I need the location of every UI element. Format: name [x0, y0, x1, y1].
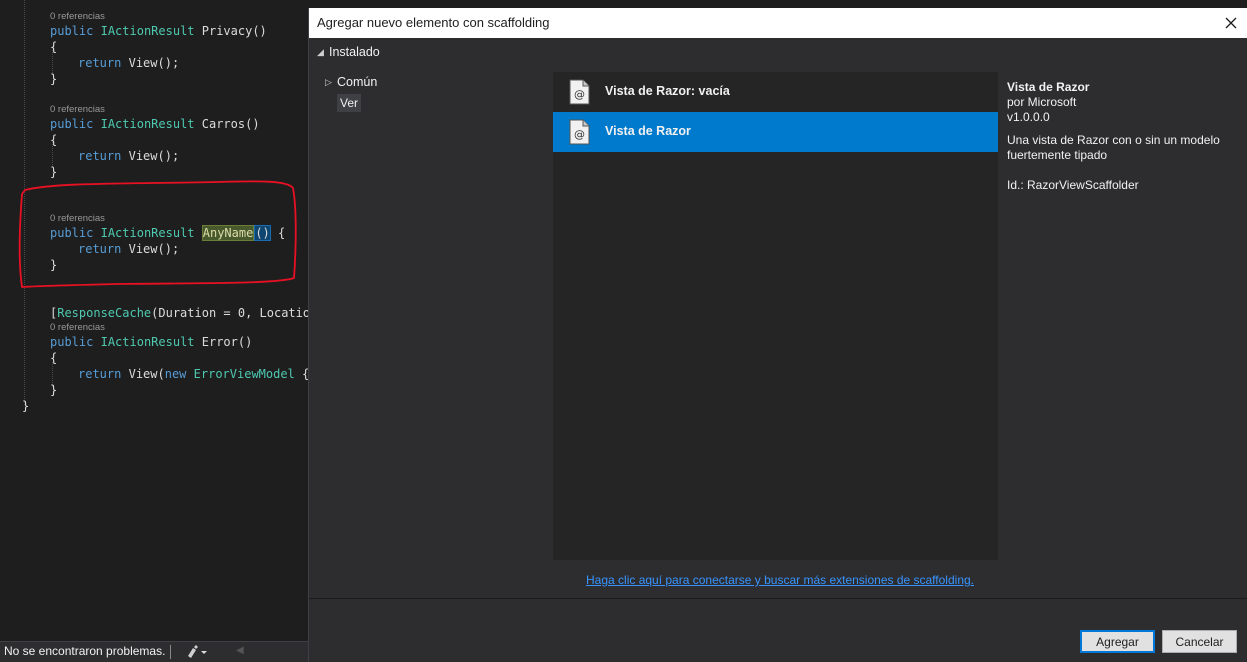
add-scaffold-dialog: Agregar nuevo elemento con scaffolding ◢…	[308, 8, 1247, 662]
status-divider	[170, 645, 171, 659]
detail-author: por Microsoft	[1007, 95, 1077, 109]
collapsed-arrow-icon[interactable]: ▷	[325, 77, 337, 88]
template-item-razor[interactable]: @ Vista de Razor	[553, 112, 998, 152]
expanded-arrow-icon[interactable]: ◢	[317, 47, 329, 58]
code-line-anyname-signature: public IActionResult AnyName() {	[50, 225, 286, 241]
status-text: No se encontraron problemas.	[4, 644, 166, 658]
online-extensions-link[interactable]: Haga clic aquí para conectarse y buscar …	[586, 573, 974, 587]
template-list: @ Vista de Razor: vacía @ Vista de Razor	[553, 72, 998, 560]
codelens-references[interactable]: 0 referencias	[50, 322, 105, 333]
template-label: Vista de Razor: vacía	[605, 84, 730, 98]
dialog-footer: Agregar Cancelar	[309, 598, 1247, 662]
codelens-references[interactable]: 0 referencias	[50, 213, 105, 224]
template-item-razor-empty[interactable]: @ Vista de Razor: vacía	[553, 72, 998, 112]
codelens-references[interactable]: 0 referencias	[50, 11, 105, 22]
chevron-down-icon	[201, 651, 207, 654]
close-icon	[1225, 17, 1237, 29]
tree-item-ver[interactable]: Ver	[337, 94, 362, 112]
code-line-close-brace: }	[50, 383, 58, 397]
code-line-response-cache-attribute: [ResponseCache(Duration = 0, Location	[50, 306, 308, 320]
detail-id: Id.: RazorViewScaffolder	[1007, 178, 1139, 192]
dialog-titlebar: Agregar nuevo elemento con scaffolding	[309, 8, 1247, 38]
svg-text:@: @	[574, 88, 585, 101]
detail-name: Vista de Razor	[1007, 80, 1090, 94]
code-line-return: return View();	[78, 56, 180, 70]
dialog-title: Agregar nuevo elemento con scaffolding	[317, 15, 550, 30]
detail-description: Una vista de Razor con o sin un modelo f…	[1007, 133, 1220, 162]
error-list-status-bar: No se encontraron problemas. ◀	[0, 641, 308, 662]
code-line-error-signature: public IActionResult Error()	[50, 335, 253, 349]
add-button[interactable]: Agregar	[1080, 630, 1155, 653]
razor-file-icon: @	[569, 119, 590, 145]
highlighted-identifier: AnyName	[201, 225, 255, 241]
template-label: Vista de Razor	[605, 124, 691, 138]
code-line-error-return: return View(new ErrorViewModel {	[78, 367, 308, 381]
close-button[interactable]	[1220, 12, 1242, 34]
cancel-button[interactable]: Cancelar	[1162, 630, 1237, 653]
paintbrush-icon[interactable]	[184, 644, 210, 660]
svg-text:@: @	[574, 128, 585, 141]
code-line-open-brace: {	[50, 133, 58, 147]
template-details: Vista de Razor por Microsoft v1.0.0.0 Un…	[1007, 80, 1243, 193]
code-line-carros-signature: public IActionResult Carros()	[50, 117, 260, 131]
codelens-references[interactable]: 0 referencias	[50, 104, 105, 115]
code-line-open-brace: {	[50, 40, 58, 54]
code-line-close-brace: }	[50, 258, 58, 272]
code-line-close-brace: }	[50, 165, 58, 179]
indent-guide	[24, 0, 25, 405]
code-line-return: return View();	[78, 149, 180, 163]
razor-file-icon: @	[569, 79, 590, 105]
code-line-privacy-signature: public IActionResult Privacy()	[50, 24, 267, 38]
tree-item-common[interactable]: ▷ Común	[325, 75, 377, 89]
code-line-open-brace: {	[50, 351, 58, 365]
code-line-class-close-brace: }	[22, 399, 30, 413]
code-line-close-brace: }	[50, 72, 58, 86]
scroll-left-icon[interactable]: ◀	[236, 645, 244, 656]
category-tree: ◢ Instalado ▷ Común Ver	[309, 38, 552, 598]
detail-version: v1.0.0.0	[1007, 110, 1050, 124]
tree-item-installed[interactable]: ◢ Instalado	[317, 45, 380, 59]
code-line-return: return View();	[78, 242, 180, 256]
code-editor[interactable]: 0 referencias public IActionResult Priva…	[0, 0, 308, 662]
